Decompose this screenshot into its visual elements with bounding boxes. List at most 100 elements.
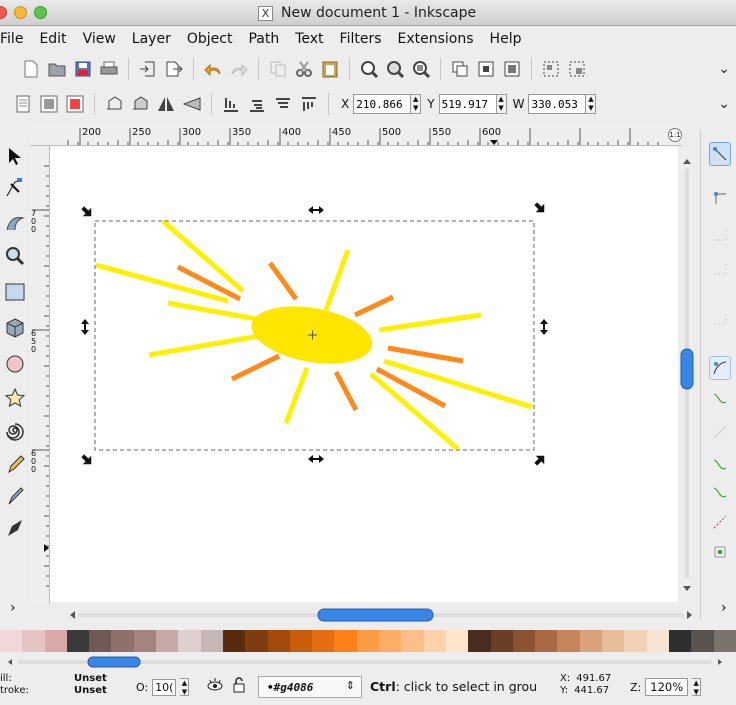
snap-paths-icon[interactable] xyxy=(709,386,731,410)
zoom-tool-icon[interactable] xyxy=(4,244,26,268)
snap-cusp-icon[interactable] xyxy=(709,452,731,476)
opacity-input[interactable]: 10( xyxy=(152,678,177,696)
toolbar-overflow-icon[interactable]: ⌄ xyxy=(718,61,730,77)
y-spinner[interactable]: ▲ ▼ xyxy=(496,94,507,114)
snap-bbox-corner-icon[interactable] xyxy=(709,256,731,280)
palette-swatch[interactable] xyxy=(111,630,134,652)
palette-swatch[interactable] xyxy=(668,630,692,652)
palette-swatch[interactable] xyxy=(557,630,580,652)
palette-swatch[interactable] xyxy=(602,630,625,652)
palette-swatch[interactable] xyxy=(646,630,669,652)
rotate-ccw-icon[interactable] xyxy=(103,93,125,115)
visibility-toggle-icon[interactable] xyxy=(206,677,224,696)
horizontal-ruler[interactable]: 200 250 300 350 400 450 500 550 600 1:1 xyxy=(28,126,682,146)
palette-swatch[interactable] xyxy=(468,630,491,652)
fill-stroke-values[interactable]: Unset Unset xyxy=(74,673,120,697)
undo-icon[interactable] xyxy=(202,58,224,80)
select-all-icon[interactable] xyxy=(12,93,34,115)
duplicate-icon[interactable] xyxy=(449,58,471,80)
zoom-drawing-icon[interactable] xyxy=(384,58,406,80)
print-icon[interactable] xyxy=(98,58,120,80)
palette-swatch[interactable] xyxy=(156,630,179,652)
menu-file[interactable]: File xyxy=(0,31,31,47)
controls-overflow-icon[interactable]: ⌄ xyxy=(718,96,730,112)
toolbox-more-icon[interactable]: › xyxy=(10,600,16,616)
select-all-layers-icon[interactable] xyxy=(38,93,60,115)
group-icon[interactable] xyxy=(540,58,562,80)
lock-toggle-icon[interactable] xyxy=(232,676,246,697)
layer-selector[interactable]: •#g4086 ⇕ xyxy=(258,676,362,698)
tweak-tool-icon[interactable] xyxy=(4,210,26,234)
pen-tool-icon[interactable] xyxy=(4,484,26,508)
pencil-tool-icon[interactable] xyxy=(4,452,26,476)
palette-swatch[interactable] xyxy=(445,630,469,652)
rotate-cw-icon[interactable] xyxy=(129,93,151,115)
close-window-icon[interactable] xyxy=(0,6,7,19)
maximize-window-icon[interactable] xyxy=(34,6,47,19)
menu-view[interactable]: View xyxy=(75,31,124,47)
menu-layer[interactable]: Layer xyxy=(124,31,179,47)
ellipse-tool-icon[interactable] xyxy=(4,352,26,376)
lower-icon[interactable] xyxy=(272,93,294,115)
lower-to-bottom-icon[interactable] xyxy=(298,93,320,115)
zoom-selection-icon[interactable] xyxy=(358,58,380,80)
snap-midpoint-icon[interactable] xyxy=(709,306,731,330)
snap-page-icon[interactable] xyxy=(709,540,731,564)
palette-swatch[interactable] xyxy=(423,630,446,652)
palette-swatch[interactable] xyxy=(535,630,558,652)
palette-swatch[interactable] xyxy=(579,630,603,652)
star-tool-icon[interactable] xyxy=(4,386,26,410)
calligraphy-tool-icon[interactable] xyxy=(4,516,26,540)
stroke-value[interactable]: Unset xyxy=(74,685,120,697)
clone-icon[interactable] xyxy=(475,58,497,80)
palette-swatch[interactable] xyxy=(200,630,223,652)
palette-swatch[interactable] xyxy=(312,630,335,652)
drawing-canvas[interactable] xyxy=(50,146,678,602)
palette-swatch[interactable] xyxy=(401,630,424,652)
raise-icon[interactable] xyxy=(246,93,268,115)
palette-swatch[interactable] xyxy=(133,630,157,652)
spiral-tool-icon[interactable] xyxy=(4,420,26,444)
deselect-icon[interactable] xyxy=(64,93,86,115)
palette-swatch[interactable] xyxy=(624,630,647,652)
3d-box-tool-icon[interactable] xyxy=(4,316,26,340)
snap-smooth-icon[interactable] xyxy=(709,480,731,504)
snap-nodes-icon[interactable] xyxy=(709,356,731,380)
w-spinner[interactable]: ▲ ▼ xyxy=(586,94,597,114)
palette-swatch[interactable] xyxy=(89,630,112,652)
y-input[interactable] xyxy=(438,94,497,114)
palette-swatch[interactable] xyxy=(512,630,536,652)
snapbar-more-icon[interactable]: › xyxy=(721,600,727,616)
menu-object[interactable]: Object xyxy=(179,31,241,47)
palette-swatch[interactable] xyxy=(44,630,67,652)
vertical-ruler[interactable]: 700 650 600 xyxy=(30,146,50,604)
palette-swatch[interactable] xyxy=(178,630,201,652)
redo-icon[interactable] xyxy=(228,58,250,80)
copy-icon[interactable] xyxy=(267,58,289,80)
zoom-spinner[interactable]: ▲ ▼ xyxy=(692,678,702,696)
palette-swatch[interactable] xyxy=(490,630,513,652)
palette-swatch[interactable] xyxy=(289,630,313,652)
cut-icon[interactable] xyxy=(293,58,315,80)
flip-vertical-icon[interactable] xyxy=(181,93,203,115)
raise-to-top-icon[interactable] xyxy=(220,93,242,115)
import-icon[interactable] xyxy=(137,58,159,80)
ungroup-icon[interactable] xyxy=(566,58,588,80)
minimize-window-icon[interactable] xyxy=(14,6,27,19)
palette-swatch[interactable] xyxy=(379,630,402,652)
new-document-icon[interactable] xyxy=(20,58,42,80)
x-spinner[interactable]: ▲ ▼ xyxy=(411,94,422,114)
menu-help[interactable]: Help xyxy=(482,31,530,47)
snap-enable-icon[interactable] xyxy=(709,142,731,166)
menu-path[interactable]: Path xyxy=(240,31,287,47)
zoom-one-to-one-icon[interactable]: 1:1 xyxy=(668,128,682,142)
snap-bbox-edge-icon[interactable] xyxy=(709,222,731,246)
palette-swatch[interactable] xyxy=(66,630,90,652)
selector-tool-icon[interactable] xyxy=(4,144,26,168)
vertical-scrollbar[interactable] xyxy=(678,146,696,602)
menu-text[interactable]: Text xyxy=(287,31,331,47)
palette-swatch[interactable] xyxy=(356,630,380,652)
unlink-clone-icon[interactable] xyxy=(501,58,523,80)
save-icon[interactable] xyxy=(72,58,94,80)
snap-bbox-icon[interactable] xyxy=(709,186,731,210)
